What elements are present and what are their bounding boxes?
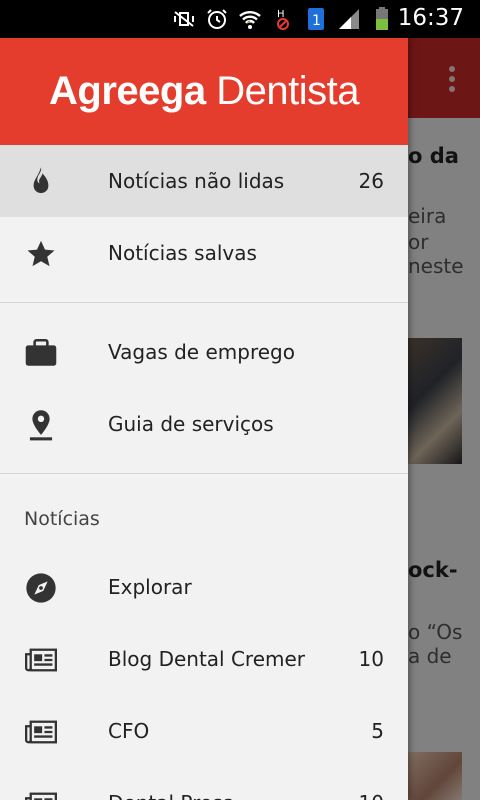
menu-item-explore[interactable]: Explorar <box>0 551 408 623</box>
no-signal-icon: H <box>277 9 289 30</box>
alarm-icon <box>207 9 227 29</box>
menu-item-saved-news[interactable]: Notícias salvas <box>0 217 408 289</box>
menu-item-unread-news[interactable]: Notícias não lidas 26 <box>0 145 408 217</box>
compass-icon <box>24 573 58 603</box>
briefcase-icon <box>24 338 58 368</box>
feed-count: 5 <box>371 719 384 743</box>
battery-icon <box>376 7 388 30</box>
location-pin-icon <box>24 410 58 441</box>
drawer-header: Agreega Dentista <box>0 38 408 145</box>
newspaper-icon <box>24 789 58 800</box>
status-bar: H 1 16:37 <box>0 0 480 38</box>
sim-1-icon: 1 <box>308 8 324 30</box>
wifi-icon <box>239 11 261 29</box>
newspaper-icon <box>24 717 58 747</box>
menu-item-services-guide[interactable]: Guia de serviços <box>0 388 408 460</box>
feed-count: 10 <box>359 791 384 800</box>
signal-icon <box>339 9 359 29</box>
divider <box>0 302 408 303</box>
divider <box>0 473 408 474</box>
menu-item-feed-cfo[interactable]: CFO 5 <box>0 695 408 767</box>
menu-item-feed-dental-press[interactable]: Dental Press 10 <box>0 767 408 800</box>
menu-item-jobs[interactable]: Vagas de emprego <box>0 316 408 388</box>
flame-icon <box>24 167 58 197</box>
section-header-news: Notícias <box>24 508 100 530</box>
mute-vibrate-icon <box>174 11 194 27</box>
newspaper-icon <box>24 645 58 675</box>
navigation-drawer: Agreega Dentista Notícias não lidas 26 N… <box>0 38 408 800</box>
menu-item-feed-blog-dental-cremer[interactable]: Blog Dental Cremer 10 <box>0 623 408 695</box>
star-icon <box>24 239 58 269</box>
unread-count: 26 <box>358 169 384 193</box>
status-time: 16:37 <box>397 5 464 31</box>
app-logo: Agreega Dentista <box>49 69 359 113</box>
svg-text:1: 1 <box>312 13 321 29</box>
feed-count: 10 <box>358 647 384 671</box>
